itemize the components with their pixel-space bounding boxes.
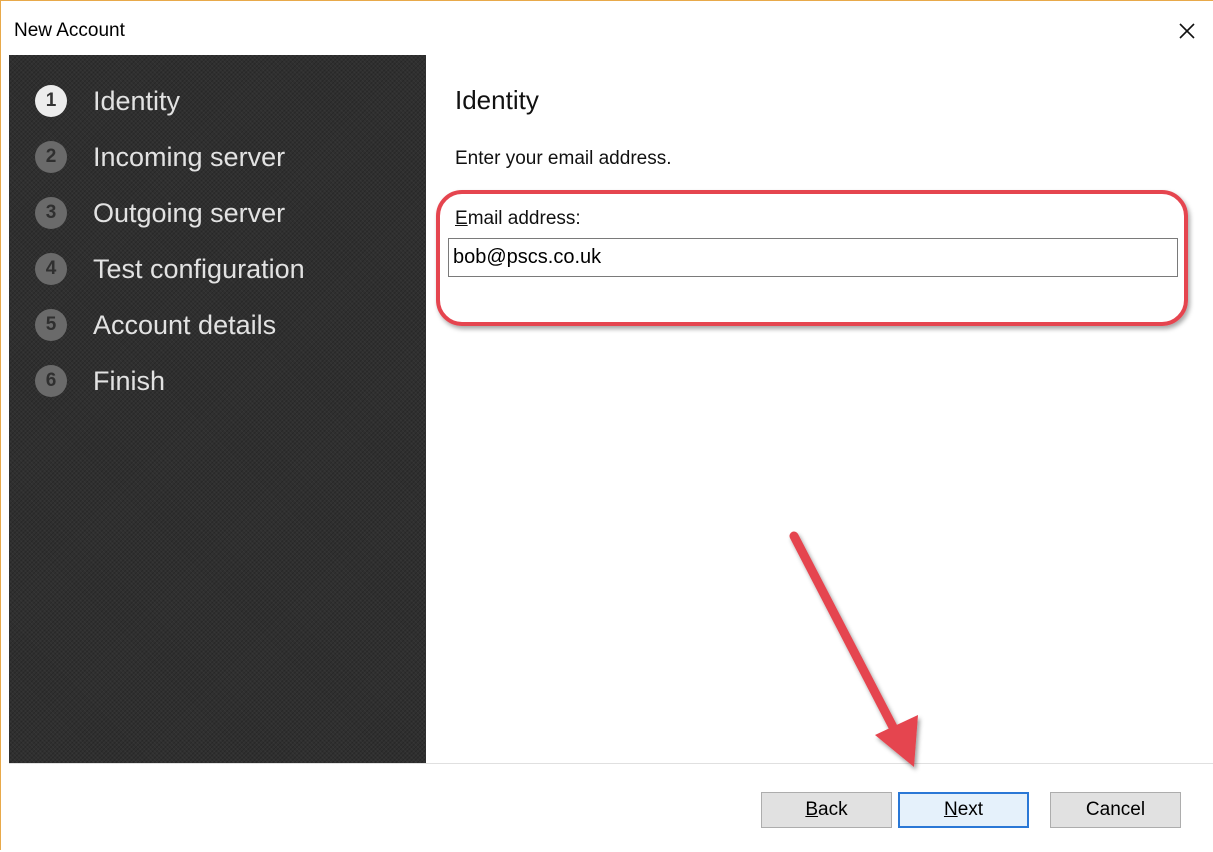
next-button[interactable]: Next xyxy=(898,792,1029,828)
email-label: Email address: xyxy=(455,208,581,230)
window-title: New Account xyxy=(14,20,125,41)
next-accesskey: N xyxy=(943,799,958,820)
back-button[interactable]: Back xyxy=(761,792,892,828)
step-label: Finish xyxy=(93,365,166,396)
cancel-button[interactable]: Cancel xyxy=(1050,792,1181,828)
title-bar: New Account xyxy=(1,1,1213,53)
step-incoming-server: 2 Incoming server xyxy=(35,137,285,177)
email-label-accesskey: E xyxy=(455,208,468,229)
back-accesskey: B xyxy=(805,799,819,820)
step-label: Identity xyxy=(93,85,181,116)
step-number-badge: 6 xyxy=(35,365,67,397)
step-number-badge: 2 xyxy=(35,141,67,173)
close-button[interactable] xyxy=(1169,13,1205,49)
step-number-badge: 5 xyxy=(35,309,67,341)
step-label: Outgoing server xyxy=(93,197,286,228)
back-label: ack xyxy=(818,799,848,820)
step-number-badge: 1 xyxy=(35,85,67,117)
email-field[interactable] xyxy=(448,238,1178,277)
step-number-badge: 3 xyxy=(35,197,67,229)
step-label: Incoming server xyxy=(93,141,286,172)
instruction-text: Enter your email address. xyxy=(455,148,672,169)
page-title: Identity xyxy=(455,85,539,115)
next-label: ext xyxy=(957,799,984,820)
step-test-configuration: 4 Test configuration xyxy=(35,249,305,289)
step-finish: 6 Finish xyxy=(35,361,165,401)
step-identity: 1 Identity xyxy=(35,81,180,121)
wizard-content: Identity Enter your email address. Email… xyxy=(426,55,1213,763)
step-number-badge: 4 xyxy=(35,253,67,285)
wizard-steps-sidebar: 1 Identity 2 Incoming server 3 Outgoing … xyxy=(9,55,426,763)
new-account-dialog: New Account 1 Identity 2 Incoming server… xyxy=(0,0,1213,852)
email-label-text: mail address: xyxy=(467,208,581,229)
button-bar: Back Next Cancel xyxy=(9,763,1213,852)
step-label: Account details xyxy=(93,309,277,340)
close-icon xyxy=(1179,23,1195,39)
step-label: Test configuration xyxy=(93,253,305,284)
step-outgoing-server: 3 Outgoing server xyxy=(35,193,285,233)
step-account-details: 5 Account details xyxy=(35,305,276,345)
